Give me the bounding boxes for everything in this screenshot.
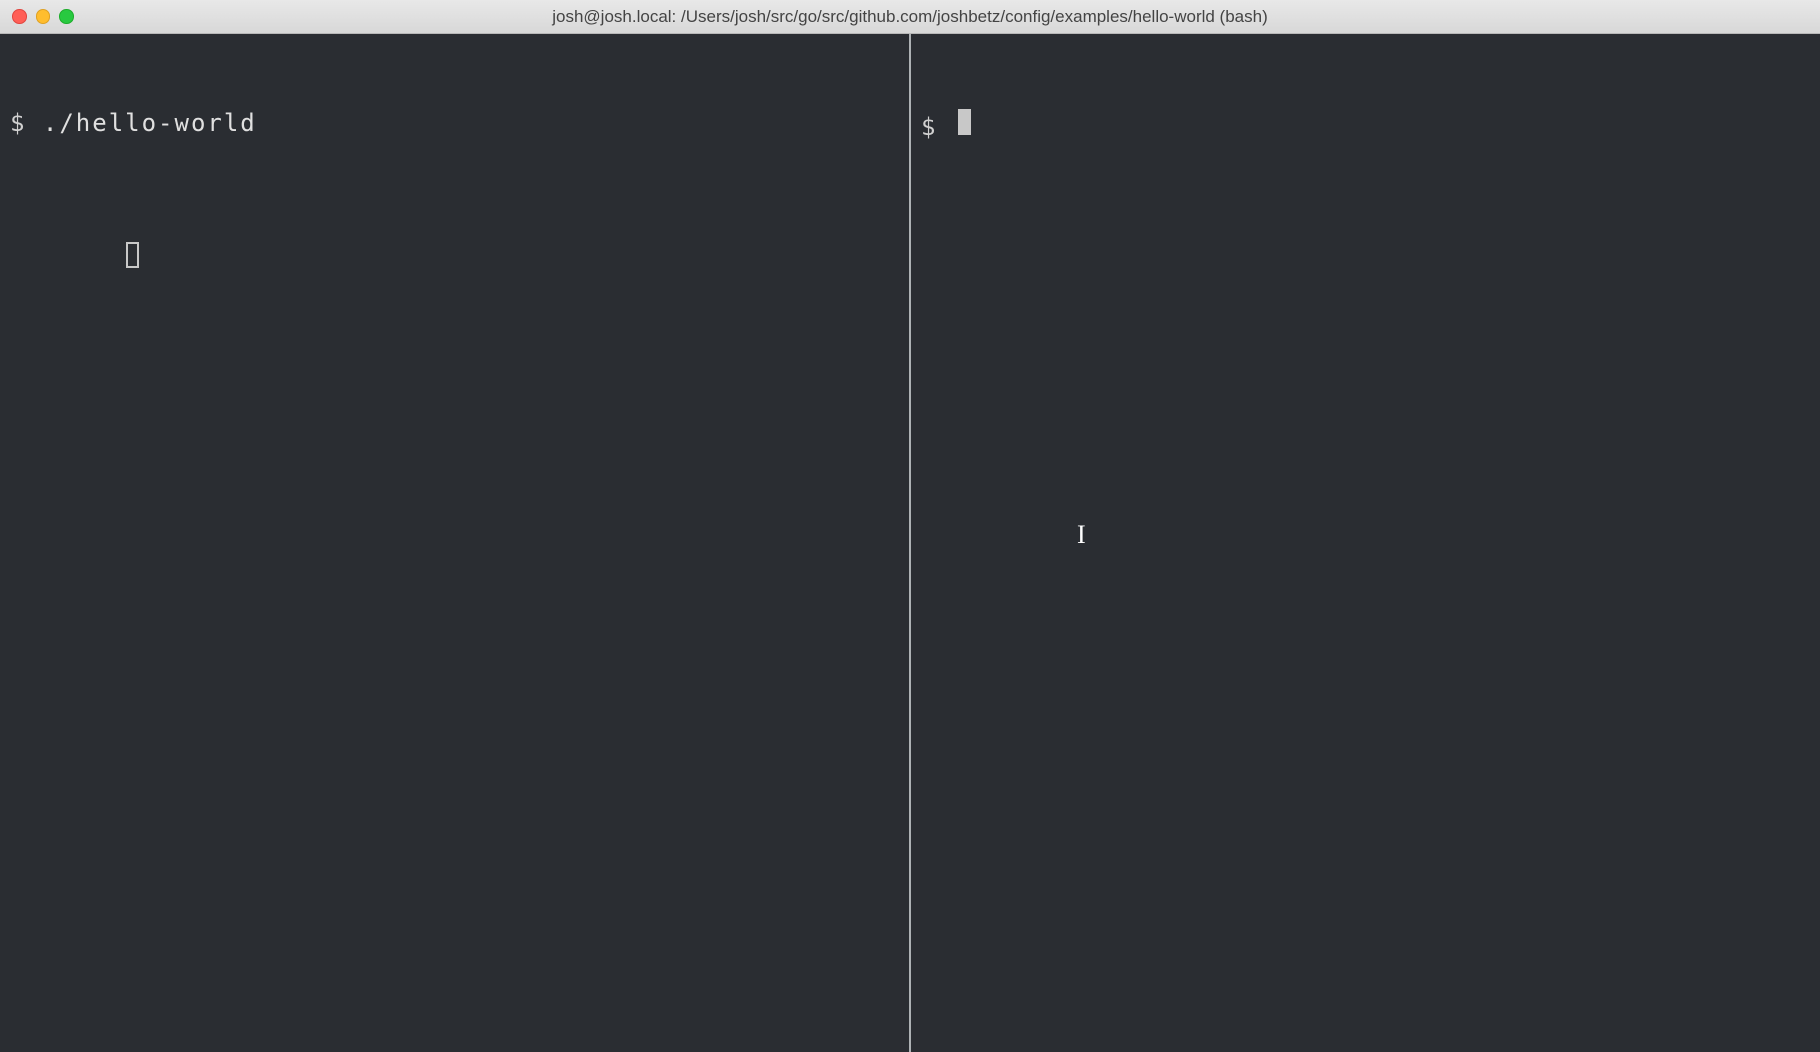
terminal-window: josh@josh.local: /Users/josh/src/go/src/… (0, 0, 1820, 1052)
left-pane[interactable]: $ ./hello-world (0, 34, 909, 1052)
close-button[interactable] (12, 9, 27, 24)
traffic-lights (12, 9, 74, 24)
terminal-area: $ ./hello-world $ I (0, 34, 1820, 1052)
minimize-button[interactable] (36, 9, 51, 24)
zoom-button[interactable] (59, 9, 74, 24)
titlebar[interactable]: josh@josh.local: /Users/josh/src/go/src/… (0, 0, 1820, 34)
prompt-line: $ (921, 107, 1810, 143)
right-pane[interactable]: $ I (911, 34, 1820, 1052)
cursor-line (10, 204, 899, 301)
command-text: ./hello-world (43, 107, 257, 139)
window-title: josh@josh.local: /Users/josh/src/go/src/… (10, 7, 1810, 27)
prompt-symbol: $ (10, 107, 43, 139)
prompt-line: $ ./hello-world (10, 107, 899, 139)
prompt-symbol: $ (921, 111, 954, 143)
hollow-cursor (126, 242, 139, 268)
text-cursor-icon: I (1077, 522, 1082, 548)
block-cursor (958, 109, 971, 135)
